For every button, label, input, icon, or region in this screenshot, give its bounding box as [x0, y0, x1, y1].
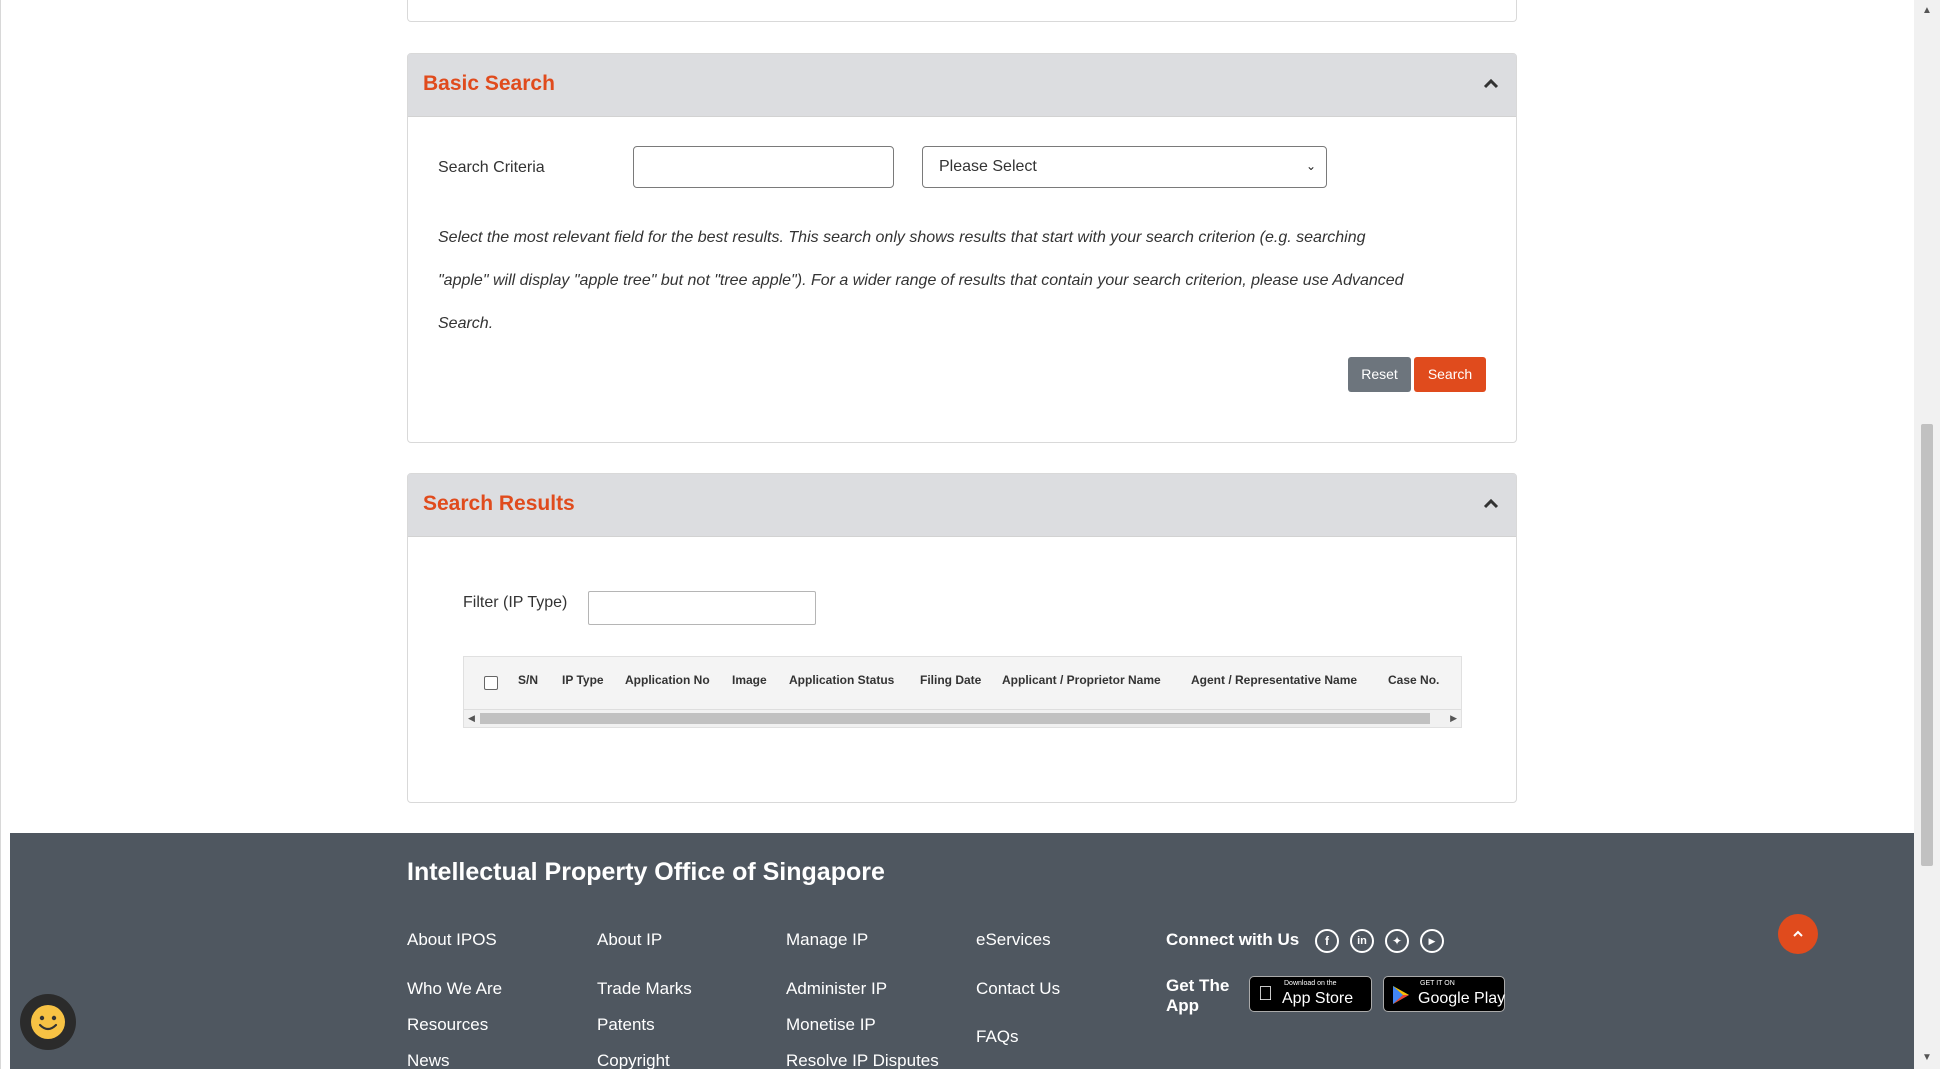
apple-icon: 	[1258, 983, 1273, 1006]
search-criteria-label: Search Criteria	[438, 159, 545, 176]
app-store-badge[interactable]:  Download on the App Store	[1249, 976, 1372, 1012]
connect-with-us-label: Connect with Us	[1166, 930, 1300, 949]
page-vertical-scrollbar[interactable]: ▲ ▼	[1914, 0, 1940, 1069]
results-table: S/N IP Type Application No Image Applica…	[463, 656, 1462, 728]
get-the-app-label: Get The App	[1166, 976, 1229, 1016]
app-store-big-text: App Store	[1282, 990, 1354, 1007]
column-header-ip-type[interactable]: IP Type	[562, 673, 604, 687]
footer-link-resolve-ip-disputes[interactable]: Resolve IP Disputes	[786, 1051, 939, 1071]
table-scroll-thumb[interactable]	[480, 713, 1430, 724]
table-horizontal-scrollbar[interactable]: ◀ ▶	[464, 710, 1461, 727]
footer-link-monetise-ip[interactable]: Monetise IP	[786, 1015, 876, 1035]
chevron-up-icon[interactable]	[1482, 76, 1500, 90]
google-play-small-text: GET IT ON	[1420, 980, 1455, 987]
back-to-top-button[interactable]	[1778, 914, 1818, 954]
footer-link-about-ipos[interactable]: About IPOS	[407, 930, 497, 950]
results-table-header: S/N IP Type Application No Image Applica…	[464, 657, 1461, 710]
scroll-left-icon[interactable]: ◀	[468, 710, 475, 727]
reset-button[interactable]: Reset	[1348, 357, 1411, 392]
footer-link-manage-ip[interactable]: Manage IP	[786, 930, 868, 950]
search-button[interactable]: Search	[1414, 357, 1486, 392]
search-hint-line-3: Search.	[438, 315, 494, 332]
footer-link-resources[interactable]: Resources	[407, 1015, 488, 1035]
column-header-application-status[interactable]: Application Status	[789, 673, 894, 687]
page-scroll-thumb[interactable]	[1921, 424, 1933, 866]
column-header-agent-representative[interactable]: Agent / Representative Name	[1191, 673, 1357, 687]
search-criteria-input[interactable]	[633, 146, 894, 188]
scroll-right-icon[interactable]: ▶	[1450, 710, 1457, 727]
get-the-app-line-2: App	[1166, 996, 1200, 1015]
chevron-down-icon: ⌄	[1305, 159, 1316, 173]
column-header-image[interactable]: Image	[732, 673, 767, 687]
footer-link-trade-marks[interactable]: Trade Marks	[597, 979, 692, 999]
footer-link-who-we-are[interactable]: Who We Are	[407, 979, 502, 999]
get-the-app-line-1: Get The	[1166, 976, 1230, 995]
search-results-card: Search Results Filter (IP Type) S/N IP T…	[407, 473, 1517, 803]
footer-link-eservices[interactable]: eServices	[976, 930, 1051, 950]
footer-link-contact-us[interactable]: Contact Us	[976, 979, 1060, 999]
column-header-application-no[interactable]: Application No	[625, 673, 710, 687]
search-results-title: Search Results	[423, 492, 575, 515]
footer-link-news[interactable]: News	[407, 1051, 450, 1071]
youtube-icon[interactable]: ▶	[1420, 929, 1444, 953]
search-field-select[interactable]: Please Select ⌄	[922, 146, 1327, 188]
footer-link-faqs[interactable]: FAQs	[976, 1027, 1019, 1047]
basic-search-card: Basic Search Search Criteria Please Sele…	[407, 53, 1517, 443]
footer-link-administer-ip[interactable]: Administer IP	[786, 979, 887, 999]
site-footer: Intellectual Property Office of Singapor…	[10, 833, 1914, 1071]
linkedin-icon[interactable]: in	[1350, 929, 1374, 953]
footer-org-title: Intellectual Property Office of Singapor…	[407, 858, 885, 886]
facebook-icon[interactable]: f	[1315, 929, 1339, 953]
column-header-sn[interactable]: S/N	[518, 673, 538, 687]
column-header-case-no[interactable]: Case No.	[1388, 673, 1439, 687]
app-store-small-text: Download on the	[1284, 980, 1337, 987]
filter-ip-type-label: Filter (IP Type)	[463, 594, 568, 611]
search-hint-line-2: "apple" will display "apple tree" but no…	[438, 272, 1404, 289]
feedback-button[interactable]	[20, 994, 76, 1050]
scroll-down-icon[interactable]: ▼	[1914, 1047, 1940, 1069]
column-header-applicant-proprietor[interactable]: Applicant / Proprietor Name	[1002, 673, 1161, 687]
chevron-up-icon	[1793, 930, 1803, 937]
twitter-icon[interactable]: ✦	[1385, 929, 1409, 953]
search-hint-text: Select the most relevant field for the b…	[438, 216, 1478, 345]
previous-card-bottom	[407, 0, 1517, 22]
chevron-up-icon[interactable]	[1482, 496, 1500, 510]
smiley-icon	[31, 1005, 65, 1039]
search-results-header[interactable]: Search Results	[408, 474, 1516, 537]
footer-link-patents[interactable]: Patents	[597, 1015, 655, 1035]
google-play-badge[interactable]: GET IT ON Google Play	[1383, 976, 1505, 1012]
scroll-up-icon[interactable]: ▲	[1914, 0, 1940, 22]
search-hint-line-1: Select the most relevant field for the b…	[438, 229, 1366, 246]
footer-link-about-ip[interactable]: About IP	[597, 930, 662, 950]
basic-search-title: Basic Search	[423, 72, 555, 95]
basic-search-header[interactable]: Basic Search	[408, 54, 1516, 117]
search-field-select-value: Please Select	[939, 158, 1037, 175]
google-play-icon	[1393, 986, 1409, 1004]
column-header-filing-date[interactable]: Filing Date	[920, 673, 981, 687]
footer-link-copyright[interactable]: Copyright	[597, 1051, 670, 1071]
google-play-big-text: Google Play	[1418, 990, 1506, 1007]
filter-ip-type-input[interactable]	[588, 591, 816, 625]
select-all-checkbox[interactable]	[484, 676, 498, 690]
